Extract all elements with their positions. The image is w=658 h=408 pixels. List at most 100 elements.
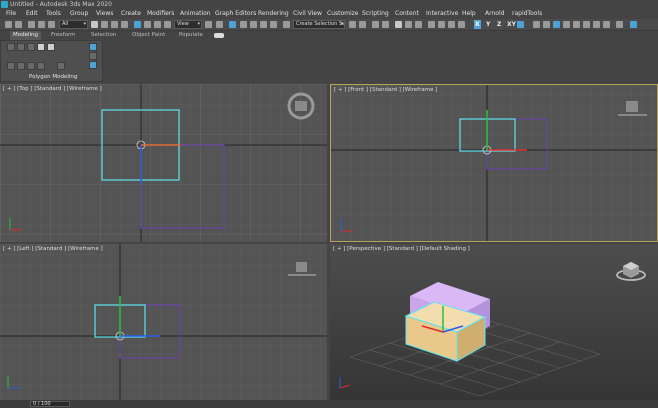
- constrain-xy-plane[interactable]: XY: [507, 20, 516, 29]
- select-and-rotate-icon[interactable]: [144, 21, 151, 28]
- viewport-left[interactable]: [ + ] [Left ] [Standard ] [Wireframe ]: [0, 244, 327, 400]
- border-mode-icon[interactable]: [27, 43, 35, 51]
- menu-animation[interactable]: Animation: [180, 9, 211, 19]
- rendered-frame-window-icon[interactable]: [438, 21, 445, 28]
- render-iterative-icon[interactable]: [458, 21, 465, 28]
- collapse-stack-icon[interactable]: [89, 52, 97, 60]
- rapidtools-bevel-icon[interactable]: [616, 21, 623, 28]
- undo-icon[interactable]: [5, 21, 12, 28]
- menu-rendering[interactable]: Rendering: [258, 9, 289, 19]
- unlink-icon[interactable]: [38, 21, 45, 28]
- viewcube-icon[interactable]: [618, 95, 648, 119]
- time-slider-field[interactable]: 0 / 100: [30, 401, 70, 407]
- top-viewport-label[interactable]: [ + ] [Top ] [Standard ] [Wireframe ]: [3, 86, 102, 92]
- menu-graph-editors[interactable]: Graph Editors: [215, 9, 256, 19]
- convert-to-poly-icon[interactable]: [57, 62, 65, 70]
- material-editor-icon[interactable]: [415, 21, 422, 28]
- selection-filter-dropdown[interactable]: All: [59, 20, 88, 29]
- select-manipulate-icon[interactable]: [216, 21, 223, 28]
- keyboard-shortcut-toggle-icon[interactable]: [229, 21, 236, 28]
- menu-group[interactable]: Group: [70, 9, 88, 19]
- viewport-perspective[interactable]: [ + ] [Perspective ] [Standard ] [Defaul…: [330, 244, 658, 400]
- tab-freeform[interactable]: Freeform: [48, 31, 79, 40]
- arnold-tool-icon[interactable]: [543, 21, 550, 28]
- menu-rapidtools[interactable]: rapidTools: [512, 9, 542, 19]
- rapidtools-detach-icon[interactable]: [603, 21, 610, 28]
- tab-object-paint[interactable]: Object Paint: [129, 31, 168, 40]
- menu-help[interactable]: Help: [462, 9, 476, 19]
- menu-interactive[interactable]: Interactive: [426, 9, 458, 19]
- viewcube-icon[interactable]: [286, 92, 316, 122]
- polygon-modeling-label[interactable]: Polygon Modeling: [29, 74, 77, 80]
- ring-selection-icon[interactable]: [27, 62, 35, 70]
- tab-populate[interactable]: Populate: [176, 31, 206, 40]
- constrain-y-axis[interactable]: Y: [486, 20, 490, 29]
- select-and-move-icon[interactable]: [134, 21, 141, 28]
- menu-views[interactable]: Views: [96, 9, 113, 19]
- edge-mode-icon[interactable]: [17, 43, 25, 51]
- element-mode-icon[interactable]: [47, 43, 55, 51]
- menu-create[interactable]: Create: [121, 9, 141, 19]
- render-setup-icon[interactable]: [428, 21, 435, 28]
- loop-selection-icon[interactable]: [37, 62, 45, 70]
- constrain-z-axis[interactable]: Z: [497, 20, 501, 29]
- link-icon[interactable]: [28, 21, 35, 28]
- render-production-icon[interactable]: [448, 21, 455, 28]
- angle-snap-icon[interactable]: [250, 21, 257, 28]
- menu-modifiers[interactable]: Modifiers: [147, 9, 174, 19]
- constraint-cycle-icon[interactable]: [517, 21, 524, 28]
- constrain-x-axis[interactable]: X: [474, 20, 481, 29]
- menu-file[interactable]: File: [6, 9, 16, 19]
- curve-editor-icon[interactable]: [395, 21, 402, 28]
- schematic-view-icon[interactable]: [405, 21, 412, 28]
- arnold-render-icon[interactable]: [533, 21, 540, 28]
- viewport-front[interactable]: [ + ] [Front ] [Standard ] [Wireframe ]: [330, 84, 658, 242]
- polygon-mode-icon[interactable]: [37, 43, 45, 51]
- spinner-snap-icon[interactable]: [270, 21, 277, 28]
- rapidtools-snap-icon[interactable]: [583, 21, 590, 28]
- rapidtools-icon[interactable]: [553, 21, 560, 28]
- redo-icon[interactable]: [15, 21, 22, 28]
- menu-content[interactable]: Content: [395, 9, 419, 19]
- bind-space-warp-icon[interactable]: [48, 21, 55, 28]
- reference-coordinate-dropdown[interactable]: View: [174, 20, 202, 29]
- edit-named-selection-icon[interactable]: [283, 21, 290, 28]
- viewport-top[interactable]: [ + ] [Top ] [Standard ] [Wireframe ]: [0, 84, 327, 242]
- menu-scripting[interactable]: Scripting: [362, 9, 389, 19]
- front-viewport-label[interactable]: [ + ] [Front ] [Standard ] [Wireframe ]: [334, 87, 437, 93]
- menu-customize[interactable]: Customize: [327, 9, 359, 19]
- rapidtools-menu-icon[interactable]: [630, 21, 637, 28]
- select-and-scale-icon[interactable]: [154, 21, 161, 28]
- grow-selection-icon[interactable]: [7, 62, 15, 70]
- rapidtools-align-icon[interactable]: [573, 21, 580, 28]
- menu-tools[interactable]: Tools: [46, 9, 61, 19]
- menu-civil-view[interactable]: Civil View: [293, 9, 322, 19]
- ribbon-minimize-toggle[interactable]: [214, 33, 224, 38]
- scene-explorer-icon[interactable]: [372, 21, 379, 28]
- select-and-place-icon[interactable]: [164, 21, 171, 28]
- percent-snap-icon[interactable]: [260, 21, 267, 28]
- rapidtools-array-icon[interactable]: [593, 21, 600, 28]
- modify-mode-icon[interactable]: [89, 43, 97, 51]
- toggle-modifier-icon[interactable]: [89, 61, 97, 69]
- perspective-viewport-label[interactable]: [ + ] [Perspective ] [Standard ] [Defaul…: [333, 246, 470, 252]
- tab-selection[interactable]: Selection: [88, 31, 119, 40]
- viewcube-icon[interactable]: [616, 256, 646, 284]
- layer-explorer-icon[interactable]: [382, 21, 389, 28]
- pivot-center-icon[interactable]: [205, 21, 212, 28]
- menu-edit[interactable]: Edit: [26, 9, 38, 19]
- rectangular-selection-icon[interactable]: [111, 21, 118, 28]
- menu-arnold[interactable]: Arnold: [485, 9, 504, 19]
- named-selection-set-dropdown[interactable]: Create Selection Se: [293, 20, 345, 29]
- rapidtools-transform-icon[interactable]: [563, 21, 570, 28]
- left-viewport-label[interactable]: [ + ] [Left ] [Standard ] [Wireframe ]: [3, 246, 103, 252]
- select-by-name-icon[interactable]: [101, 21, 108, 28]
- select-object-icon[interactable]: [91, 21, 98, 28]
- vertex-mode-icon[interactable]: [7, 43, 15, 51]
- window-crossing-icon[interactable]: [121, 21, 128, 28]
- align-icon[interactable]: [359, 21, 366, 28]
- mirror-icon[interactable]: [349, 21, 356, 28]
- shrink-selection-icon[interactable]: [17, 62, 25, 70]
- tab-modeling[interactable]: Modeling: [10, 31, 42, 40]
- snaps-toggle-icon[interactable]: [240, 21, 247, 28]
